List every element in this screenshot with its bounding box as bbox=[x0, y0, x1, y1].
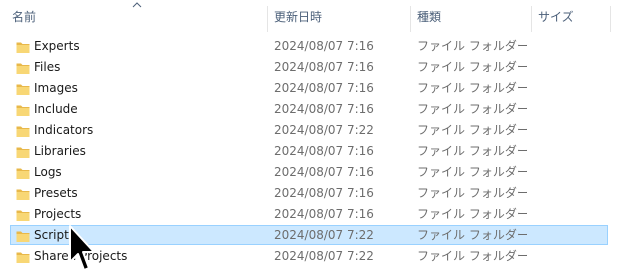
file-type: ファイル フォルダー bbox=[417, 228, 527, 242]
file-date-modified: 2024/08/07 7:16 bbox=[274, 39, 374, 53]
file-date-modified: 2024/08/07 7:16 bbox=[274, 207, 374, 221]
file-type: ファイル フォルダー bbox=[417, 144, 527, 158]
column-divider[interactable] bbox=[610, 6, 611, 32]
folder-icon bbox=[16, 42, 30, 53]
file-name: Logs bbox=[34, 165, 62, 179]
file-row[interactable]: Logs 2024/08/07 7:16 ファイル フォルダー bbox=[10, 162, 608, 182]
file-name: Projects bbox=[34, 207, 82, 221]
file-date-modified: 2024/08/07 7:22 bbox=[274, 249, 374, 263]
file-row[interactable]: Files 2024/08/07 7:16 ファイル フォルダー bbox=[10, 57, 608, 77]
file-row[interactable]: Experts 2024/08/07 7:16 ファイル フォルダー bbox=[10, 36, 608, 56]
file-type: ファイル フォルダー bbox=[417, 186, 527, 200]
file-row[interactable]: Presets 2024/08/07 7:16 ファイル フォルダー bbox=[10, 183, 608, 203]
file-name: Libraries bbox=[34, 144, 86, 158]
file-type: ファイル フォルダー bbox=[417, 249, 527, 263]
file-explorer-list-view: 名前 更新日時 種類 サイズ Experts 2024/08/07 7:16 ファイ… bbox=[0, 0, 619, 274]
folder-icon bbox=[16, 147, 30, 158]
column-header-size[interactable]: サイズ bbox=[532, 0, 610, 34]
folder-icon bbox=[16, 126, 30, 137]
file-row[interactable]: Include 2024/08/07 7:16 ファイル フォルダー bbox=[10, 99, 608, 119]
folder-icon bbox=[16, 168, 30, 179]
file-row[interactable]: Projects 2024/08/07 7:16 ファイル フォルダー bbox=[10, 204, 608, 224]
file-name: Shared Projects bbox=[34, 249, 128, 263]
folder-icon bbox=[16, 105, 30, 116]
column-header-bar: 名前 更新日時 種類 サイズ bbox=[0, 0, 619, 34]
file-date-modified: 2024/08/07 7:16 bbox=[274, 186, 374, 200]
file-type: ファイル フォルダー bbox=[417, 39, 527, 53]
column-header-date-modified[interactable]: 更新日時 bbox=[268, 0, 410, 34]
file-type: ファイル フォルダー bbox=[417, 123, 527, 137]
file-row[interactable]: Scripts 2024/08/07 7:22 ファイル フォルダー bbox=[10, 225, 608, 245]
file-row[interactable]: Libraries 2024/08/07 7:16 ファイル フォルダー bbox=[10, 141, 608, 161]
file-date-modified: 2024/08/07 7:16 bbox=[274, 60, 374, 74]
file-date-modified: 2024/08/07 7:22 bbox=[274, 123, 374, 137]
column-header-type[interactable]: 種類 bbox=[411, 0, 531, 34]
file-date-modified: 2024/08/07 7:16 bbox=[274, 165, 374, 179]
file-type: ファイル フォルダー bbox=[417, 207, 527, 221]
folder-icon bbox=[16, 231, 30, 242]
file-row[interactable]: Indicators 2024/08/07 7:22 ファイル フォルダー bbox=[10, 120, 608, 140]
file-name: Images bbox=[34, 81, 78, 95]
folder-icon bbox=[16, 189, 30, 200]
file-name: Experts bbox=[34, 39, 80, 53]
file-name: Presets bbox=[34, 186, 78, 200]
file-date-modified: 2024/08/07 7:22 bbox=[274, 228, 374, 242]
file-name: Indicators bbox=[34, 123, 94, 137]
file-type: ファイル フォルダー bbox=[417, 60, 527, 74]
column-header-name[interactable]: 名前 bbox=[6, 0, 266, 34]
folder-icon bbox=[16, 210, 30, 221]
folder-icon bbox=[16, 84, 30, 95]
folder-icon bbox=[16, 63, 30, 74]
file-type: ファイル フォルダー bbox=[417, 81, 527, 95]
file-name: Files bbox=[34, 60, 61, 74]
file-name: Include bbox=[34, 102, 78, 116]
file-row[interactable]: Shared Projects 2024/08/07 7:22 ファイル フォルダー bbox=[10, 246, 608, 266]
file-type: ファイル フォルダー bbox=[417, 102, 527, 116]
file-date-modified: 2024/08/07 7:16 bbox=[274, 81, 374, 95]
file-row[interactable]: Images 2024/08/07 7:16 ファイル フォルダー bbox=[10, 78, 608, 98]
file-name: Scripts bbox=[34, 228, 76, 242]
file-type: ファイル フォルダー bbox=[417, 165, 527, 179]
folder-icon bbox=[16, 252, 30, 263]
file-date-modified: 2024/08/07 7:16 bbox=[274, 144, 374, 158]
file-date-modified: 2024/08/07 7:16 bbox=[274, 102, 374, 116]
